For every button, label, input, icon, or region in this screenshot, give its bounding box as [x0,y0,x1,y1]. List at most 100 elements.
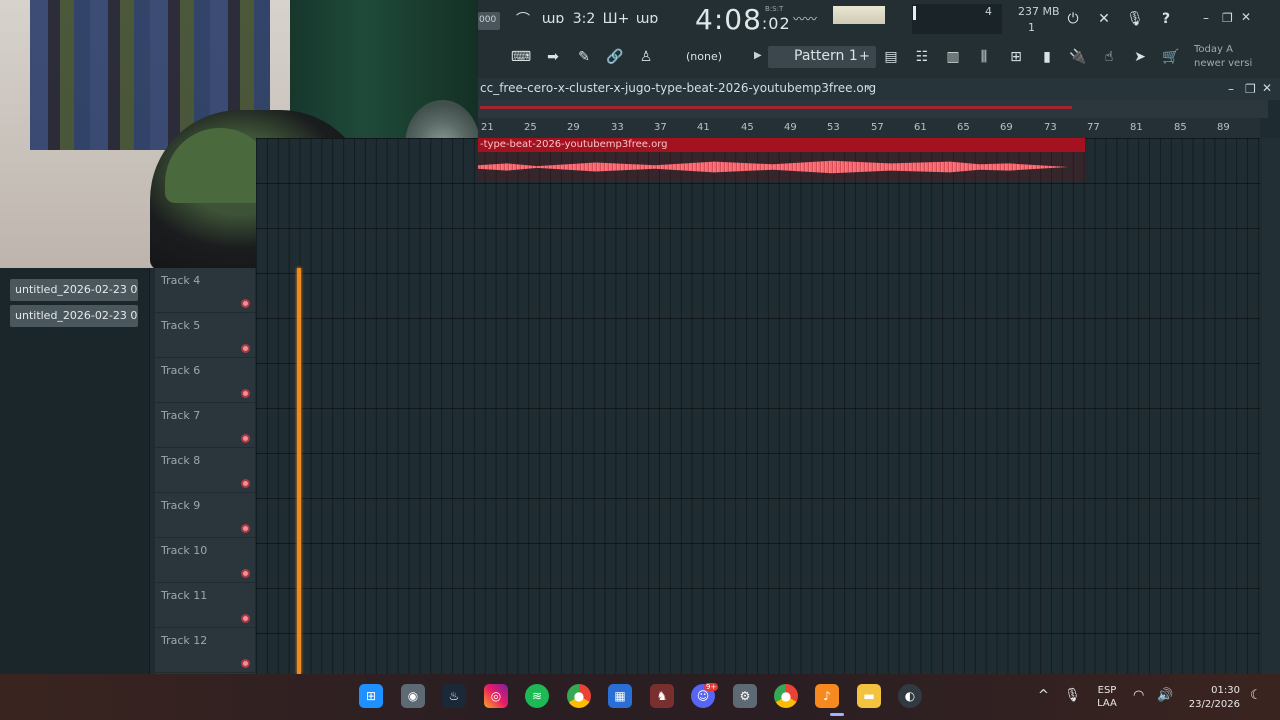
track-header[interactable]: Track 5 [155,313,255,358]
ruler-tick: 89 [1217,122,1230,133]
system-clock[interactable]: 01:30 23/2/2026 [1186,684,1240,712]
camera-icon[interactable]: ◉ [401,684,425,708]
notifications-icon[interactable]: ☾ [1250,688,1262,703]
clock-time: 01:30 [1211,685,1240,696]
language-indicator[interactable]: ESP LAA [1096,684,1118,710]
tempo-display[interactable]: 000 [478,12,500,30]
track-mute-led[interactable] [241,434,250,443]
ruler-tick: 73 [1044,122,1057,133]
playhead[interactable] [297,268,301,674]
wifi-icon[interactable]: ◠ [1133,688,1144,703]
pattern-name[interactable]: Pattern 1 [794,48,858,64]
pattern-selector[interactable]: (none) [686,50,722,63]
track-mute-led[interactable] [241,299,250,308]
mixer-icon[interactable]: ⫼ [971,44,997,70]
volume-icon[interactable]: 🔊 [1157,688,1173,703]
title-arrow-icon[interactable]: ▸ [867,82,872,93]
tray-chevron-icon[interactable]: ^ [1038,688,1049,703]
arrow-icon[interactable]: ▶ [754,50,762,61]
language-code: ESP [1097,685,1117,696]
countdown-icon[interactable]: 3:2 [571,6,597,32]
fl-studio-icon[interactable]: ♪ [815,684,839,708]
ruler-tick: 33 [611,122,624,133]
playlist-grid[interactable] [256,138,1260,674]
track-mute-led[interactable] [241,569,250,578]
obs-icon[interactable]: ◐ [898,684,922,708]
file-explorer-icon[interactable]: ▬ [857,684,881,708]
tools-icon[interactable]: ✕ [1091,6,1117,32]
track-mute-led[interactable] [241,614,250,623]
ruler-tick: 41 [697,122,710,133]
tray-mic-icon[interactable]: 🎙 [1064,688,1081,703]
track-mute-led[interactable] [241,479,250,488]
send-icon[interactable]: ➤ [1127,44,1153,70]
instagram-icon[interactable]: ◎ [484,684,508,708]
microphone-icon[interactable]: 🎙 [1122,6,1148,32]
windows-start-icon[interactable]: ⊞ [359,684,383,708]
polyphony-value: 4 [985,5,992,18]
browser-item[interactable]: untitled_2026-02-23 01-... [10,305,138,327]
news-line-2: newer versi [1194,58,1253,69]
piano-icon[interactable]: ⌨ [508,44,534,70]
minimize-icon[interactable]: – [1203,11,1209,25]
playlist-icon[interactable]: ▤ [878,44,904,70]
memory-sub-value: 1 [1028,21,1035,34]
pencil-icon[interactable]: ✎ [571,44,597,70]
game-icon[interactable]: ♞ [650,684,674,708]
horizontal-scrollbar[interactable] [478,100,1268,118]
metronome-icon[interactable]: ⌒ [510,6,536,32]
browser-icon[interactable]: ⊞ [1003,44,1029,70]
power-icon[interactable]: ⏻ [1060,6,1086,32]
track-header[interactable]: Track 10 [155,538,255,583]
settings-icon[interactable]: ⚙ [733,684,757,708]
vertical-scrollbar[interactable] [1262,138,1280,674]
chrome-icon[interactable]: ● [567,684,591,708]
ruler-tick: 49 [784,122,797,133]
track-header[interactable]: Track 9 [155,493,255,538]
browser-panel: untitled_2026-02-23 01-... untitled_2026… [0,268,150,674]
close-icon[interactable]: ✕ [1241,10,1251,24]
ruler-tick: 53 [827,122,840,133]
track-mute-led[interactable] [241,524,250,533]
playlist-restore-icon[interactable]: ❐ [1245,82,1256,96]
playlist-close-icon[interactable]: ✕ [1262,81,1272,95]
browser-item[interactable]: untitled_2026-02-23 01-... [10,279,138,301]
arrow-right-icon[interactable]: ➡ [540,44,566,70]
plugin-icon[interactable]: 🔌 [1065,44,1091,70]
restore-icon[interactable]: ❐ [1222,11,1233,25]
track-header[interactable]: Track 12 [155,628,255,673]
spotify-icon[interactable]: ≋ [525,684,549,708]
track-mute-led[interactable] [241,344,250,353]
news-panel[interactable]: Today A newer versi [1194,43,1278,71]
track-header[interactable]: Track 4 [155,268,255,313]
step-edit-icon[interactable]: Ш+ [603,6,630,32]
timeline-ruler[interactable]: 21 25 29 33 37 41 45 49 53 57 61 65 69 7… [478,118,1260,138]
time-unit-label: B:S:T [765,5,784,13]
chrome-icon[interactable]: ● [774,684,798,708]
store-icon[interactable]: ▦ [608,684,632,708]
channel-rack-icon[interactable]: ☷ [909,44,935,70]
add-pattern-icon[interactable]: + [859,49,870,64]
cart-icon[interactable]: 🛒 [1158,44,1184,70]
steam-icon[interactable]: ♨ [442,684,466,708]
ruler-tick: 37 [654,122,667,133]
stamp-icon[interactable]: ♙ [633,44,659,70]
track-header[interactable]: Track 11 [155,583,255,628]
track-header[interactable]: Track 8 [155,448,255,493]
ruler-tick: 25 [524,122,537,133]
loop-record-icon[interactable]: ɯɒ [634,6,660,32]
help-icon[interactable]: ? [1153,6,1179,32]
scrollbar-thumb[interactable] [480,106,1072,109]
link-icon[interactable]: 🔗 [602,44,628,70]
track-header[interactable]: Track 6 [155,358,255,403]
ruler-tick: 81 [1130,122,1143,133]
track-mute-led[interactable] [241,659,250,668]
playlist-minimize-icon[interactable]: – [1228,82,1234,96]
track-mute-led[interactable] [241,389,250,398]
clipboard-icon[interactable]: ▮ [1034,44,1060,70]
touch-icon[interactable]: ☝ [1096,44,1122,70]
track-header[interactable]: Track 7 [155,403,255,448]
ruler-tick: 45 [741,122,754,133]
piano-roll-icon[interactable]: ▥ [940,44,966,70]
wait-record-icon[interactable]: ɯɒ [540,6,566,32]
